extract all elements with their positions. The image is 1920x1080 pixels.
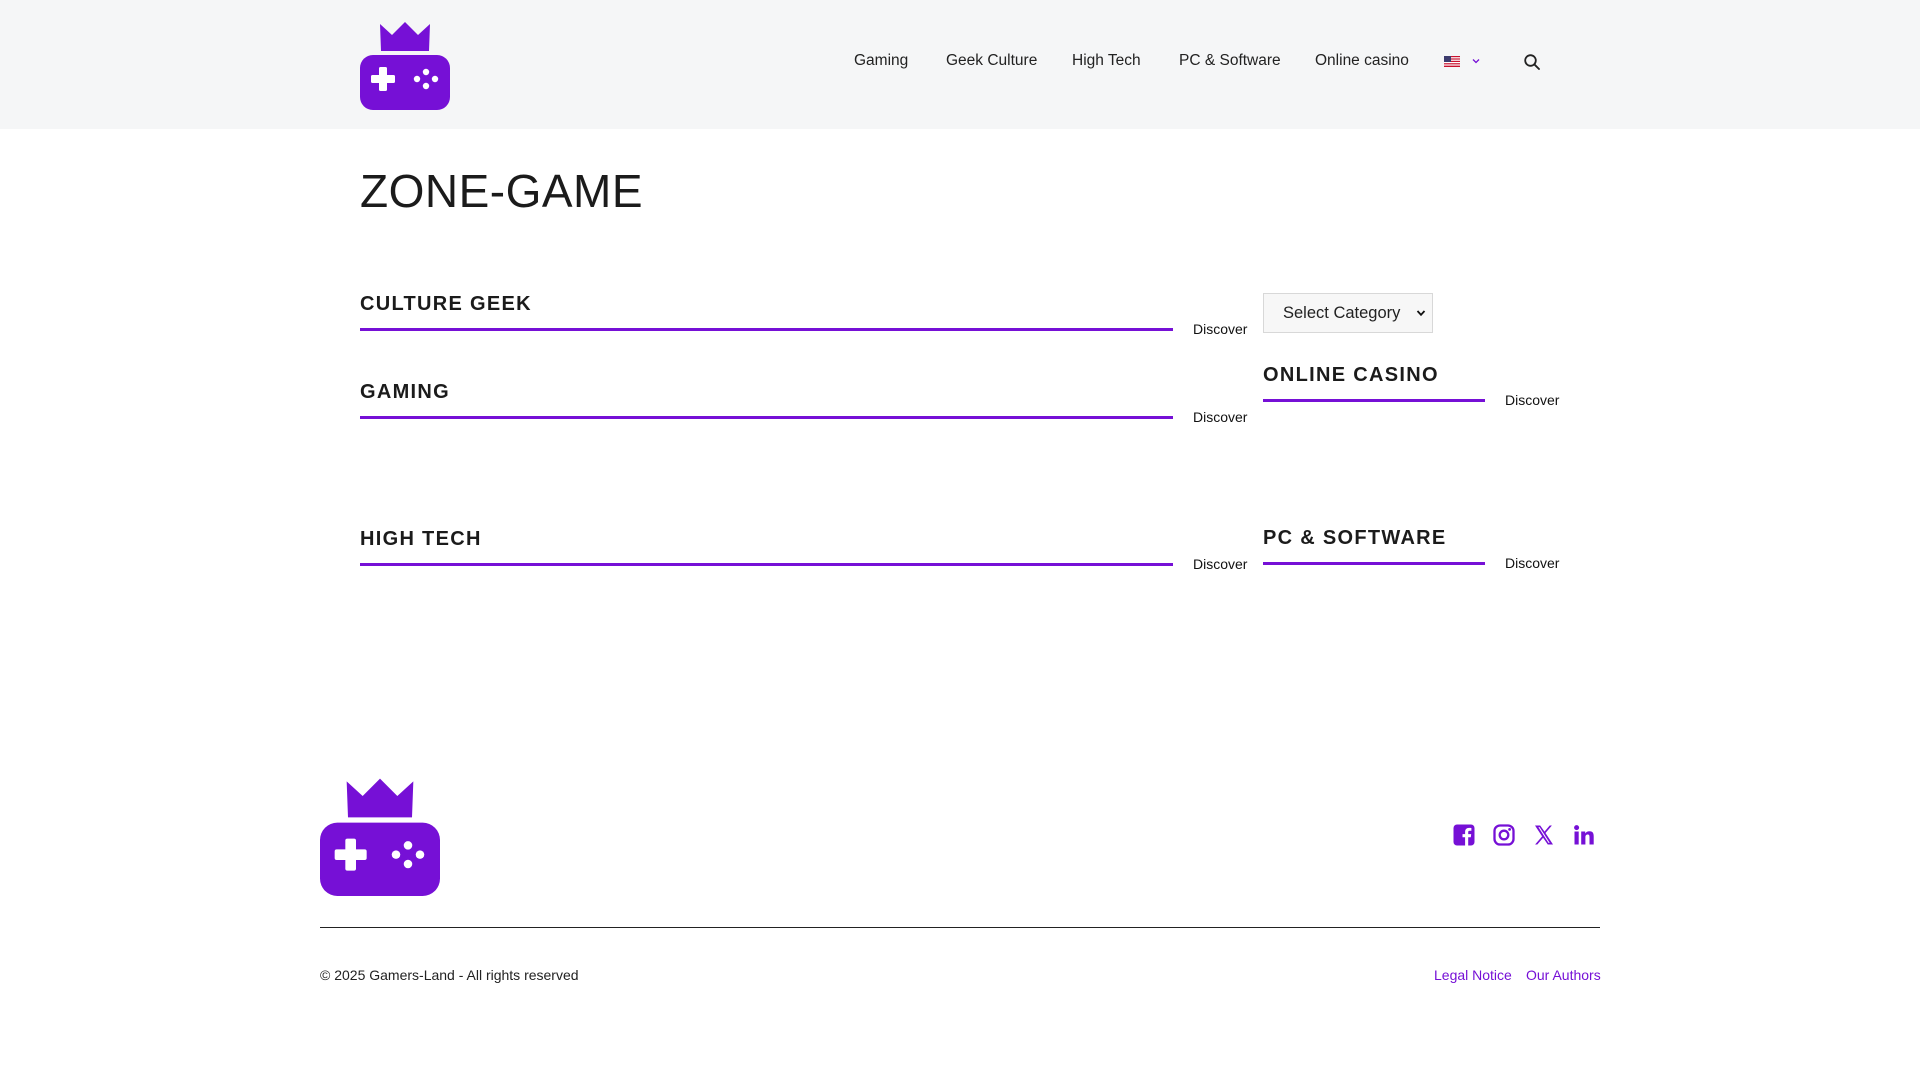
copyright-text: © 2025 Gamers-Land - All rights reserved <box>320 967 579 983</box>
discover-link[interactable]: Discover <box>1193 556 1247 572</box>
nav-item-pc-software[interactable]: PC & Software <box>1179 52 1281 70</box>
discover-link[interactable]: Discover <box>1505 392 1559 408</box>
main-nav: Gaming Geek Culture High Tech PC & Softw… <box>0 52 1920 76</box>
us-flag-icon <box>1444 56 1460 67</box>
category-underline <box>1263 399 1485 402</box>
category-title: CULTURE GEEK <box>360 293 532 315</box>
category-underline <box>360 416 1173 419</box>
nav-item-geek-culture[interactable]: Geek Culture <box>946 52 1037 70</box>
page-title: ZONE-GAME <box>360 165 644 217</box>
nav-item-high-tech[interactable]: High Tech <box>1072 52 1141 70</box>
language-switcher[interactable] <box>1444 55 1484 71</box>
linkedin-icon[interactable] <box>1572 823 1596 847</box>
category-title: GAMING <box>360 381 451 403</box>
discover-link[interactable]: Discover <box>1193 409 1247 425</box>
instagram-icon[interactable] <box>1492 823 1516 847</box>
footer-link-our-authors[interactable]: Our Authors <box>1526 967 1601 983</box>
footer-logo[interactable] <box>320 776 440 896</box>
chevron-down-icon <box>1416 310 1426 317</box>
footer-divider <box>320 927 1600 928</box>
nav-item-gaming[interactable]: Gaming <box>854 52 908 70</box>
category-select-value: Select Category <box>1283 304 1401 322</box>
category-underline <box>360 563 1173 566</box>
search-icon[interactable] <box>1523 53 1541 71</box>
category-title: PC & SOFTWARE <box>1263 527 1447 549</box>
chevron-down-icon <box>1472 59 1480 64</box>
category-underline <box>360 328 1173 331</box>
category-title: ONLINE CASINO <box>1263 364 1439 386</box>
gamepad-crown-logo-icon <box>320 778 440 896</box>
category-underline <box>1263 562 1485 565</box>
category-title: HIGH TECH <box>360 528 482 550</box>
footer-link-legal-notice[interactable]: Legal Notice <box>1434 967 1512 983</box>
nav-item-online-casino[interactable]: Online casino <box>1315 52 1409 70</box>
category-select[interactable]: Select Category <box>1263 293 1433 333</box>
discover-link[interactable]: Discover <box>1505 555 1559 571</box>
x-icon[interactable] <box>1532 823 1556 847</box>
discover-link[interactable]: Discover <box>1193 321 1247 337</box>
facebook-icon[interactable] <box>1452 823 1476 847</box>
site-header: Gaming Geek Culture High Tech PC & Softw… <box>0 0 1920 129</box>
